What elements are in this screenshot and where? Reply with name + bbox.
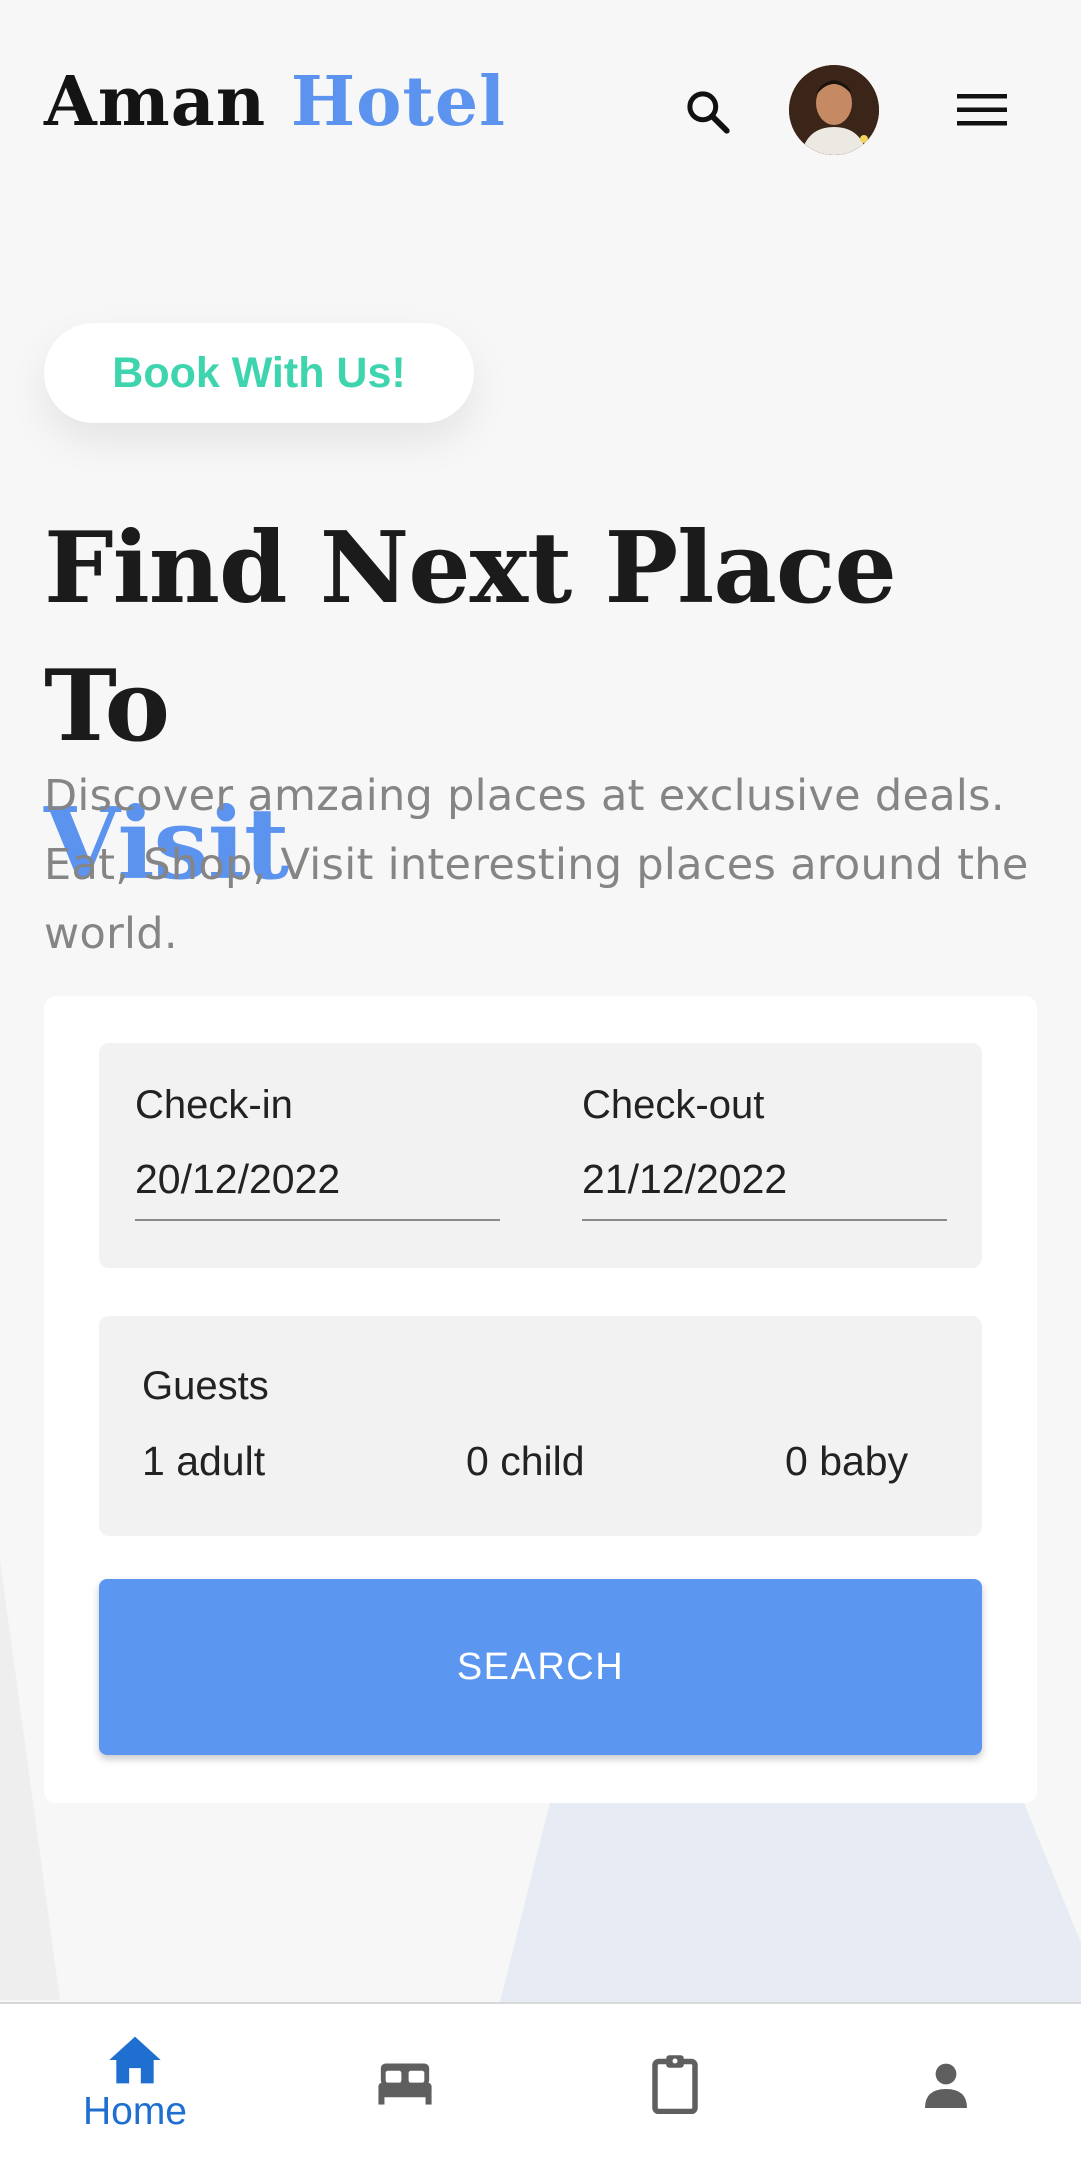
guests-selector[interactable]: Guests 1 adult 0 child 0 baby (99, 1316, 982, 1536)
adult-count[interactable]: 1 adult (142, 1438, 265, 1485)
nav-item-bookings[interactable] (540, 2004, 810, 2162)
guests-label: Guests (142, 1364, 269, 1408)
hero-description: Discover amzaing places at exclusive dea… (44, 771, 1029, 959)
search-button[interactable] (670, 74, 746, 150)
nav-item-rooms[interactable] (270, 2004, 540, 2162)
background-shape (498, 1800, 1081, 2010)
clipboard-icon (652, 2055, 698, 2114)
app-screen: Aman Hotel Book With Us! Find Next Place… (0, 0, 1081, 2162)
person-icon (925, 2063, 967, 2108)
nav-item-profile[interactable] (811, 2004, 1081, 2162)
checkin-input[interactable]: 20/12/2022 (135, 1156, 500, 1221)
avatar[interactable] (789, 65, 879, 155)
brand-name-first: Aman (44, 62, 267, 142)
baby-count[interactable]: 0 baby (785, 1438, 908, 1485)
checkout-field[interactable]: Check-out 21/12/2022 (582, 1083, 947, 1221)
nav-home-label: Home (82, 2090, 188, 2133)
hamburger-menu-icon (957, 94, 1007, 126)
booking-form-card: Check-in 20/12/2022 Check-out 21/12/2022… (44, 996, 1037, 1803)
book-with-us-badge[interactable]: Book With Us! (44, 323, 474, 423)
bottom-navigation: Home (0, 2002, 1081, 2162)
bed-icon (378, 2063, 432, 2105)
checkout-input[interactable]: 21/12/2022 (582, 1156, 947, 1221)
menu-button[interactable] (944, 80, 1020, 140)
avatar-photo (789, 65, 879, 155)
app-header: Aman Hotel (0, 0, 1081, 210)
brand-name-second: Hotel (290, 62, 507, 142)
checkin-label: Check-in (135, 1083, 293, 1127)
checkout-label: Check-out (582, 1083, 765, 1127)
checkin-field[interactable]: Check-in 20/12/2022 (135, 1083, 500, 1221)
search-icon (687, 91, 730, 134)
brand-logo[interactable]: Aman Hotel (44, 62, 506, 142)
nav-item-home[interactable]: Home (0, 2004, 270, 2162)
home-icon (109, 2036, 161, 2084)
date-range-picker: Check-in 20/12/2022 Check-out 21/12/2022 (99, 1043, 982, 1268)
headline-main: Find Next Place To (44, 511, 897, 764)
child-count[interactable]: 0 child (466, 1438, 585, 1485)
search-button-primary[interactable]: SEARCH (99, 1579, 982, 1755)
